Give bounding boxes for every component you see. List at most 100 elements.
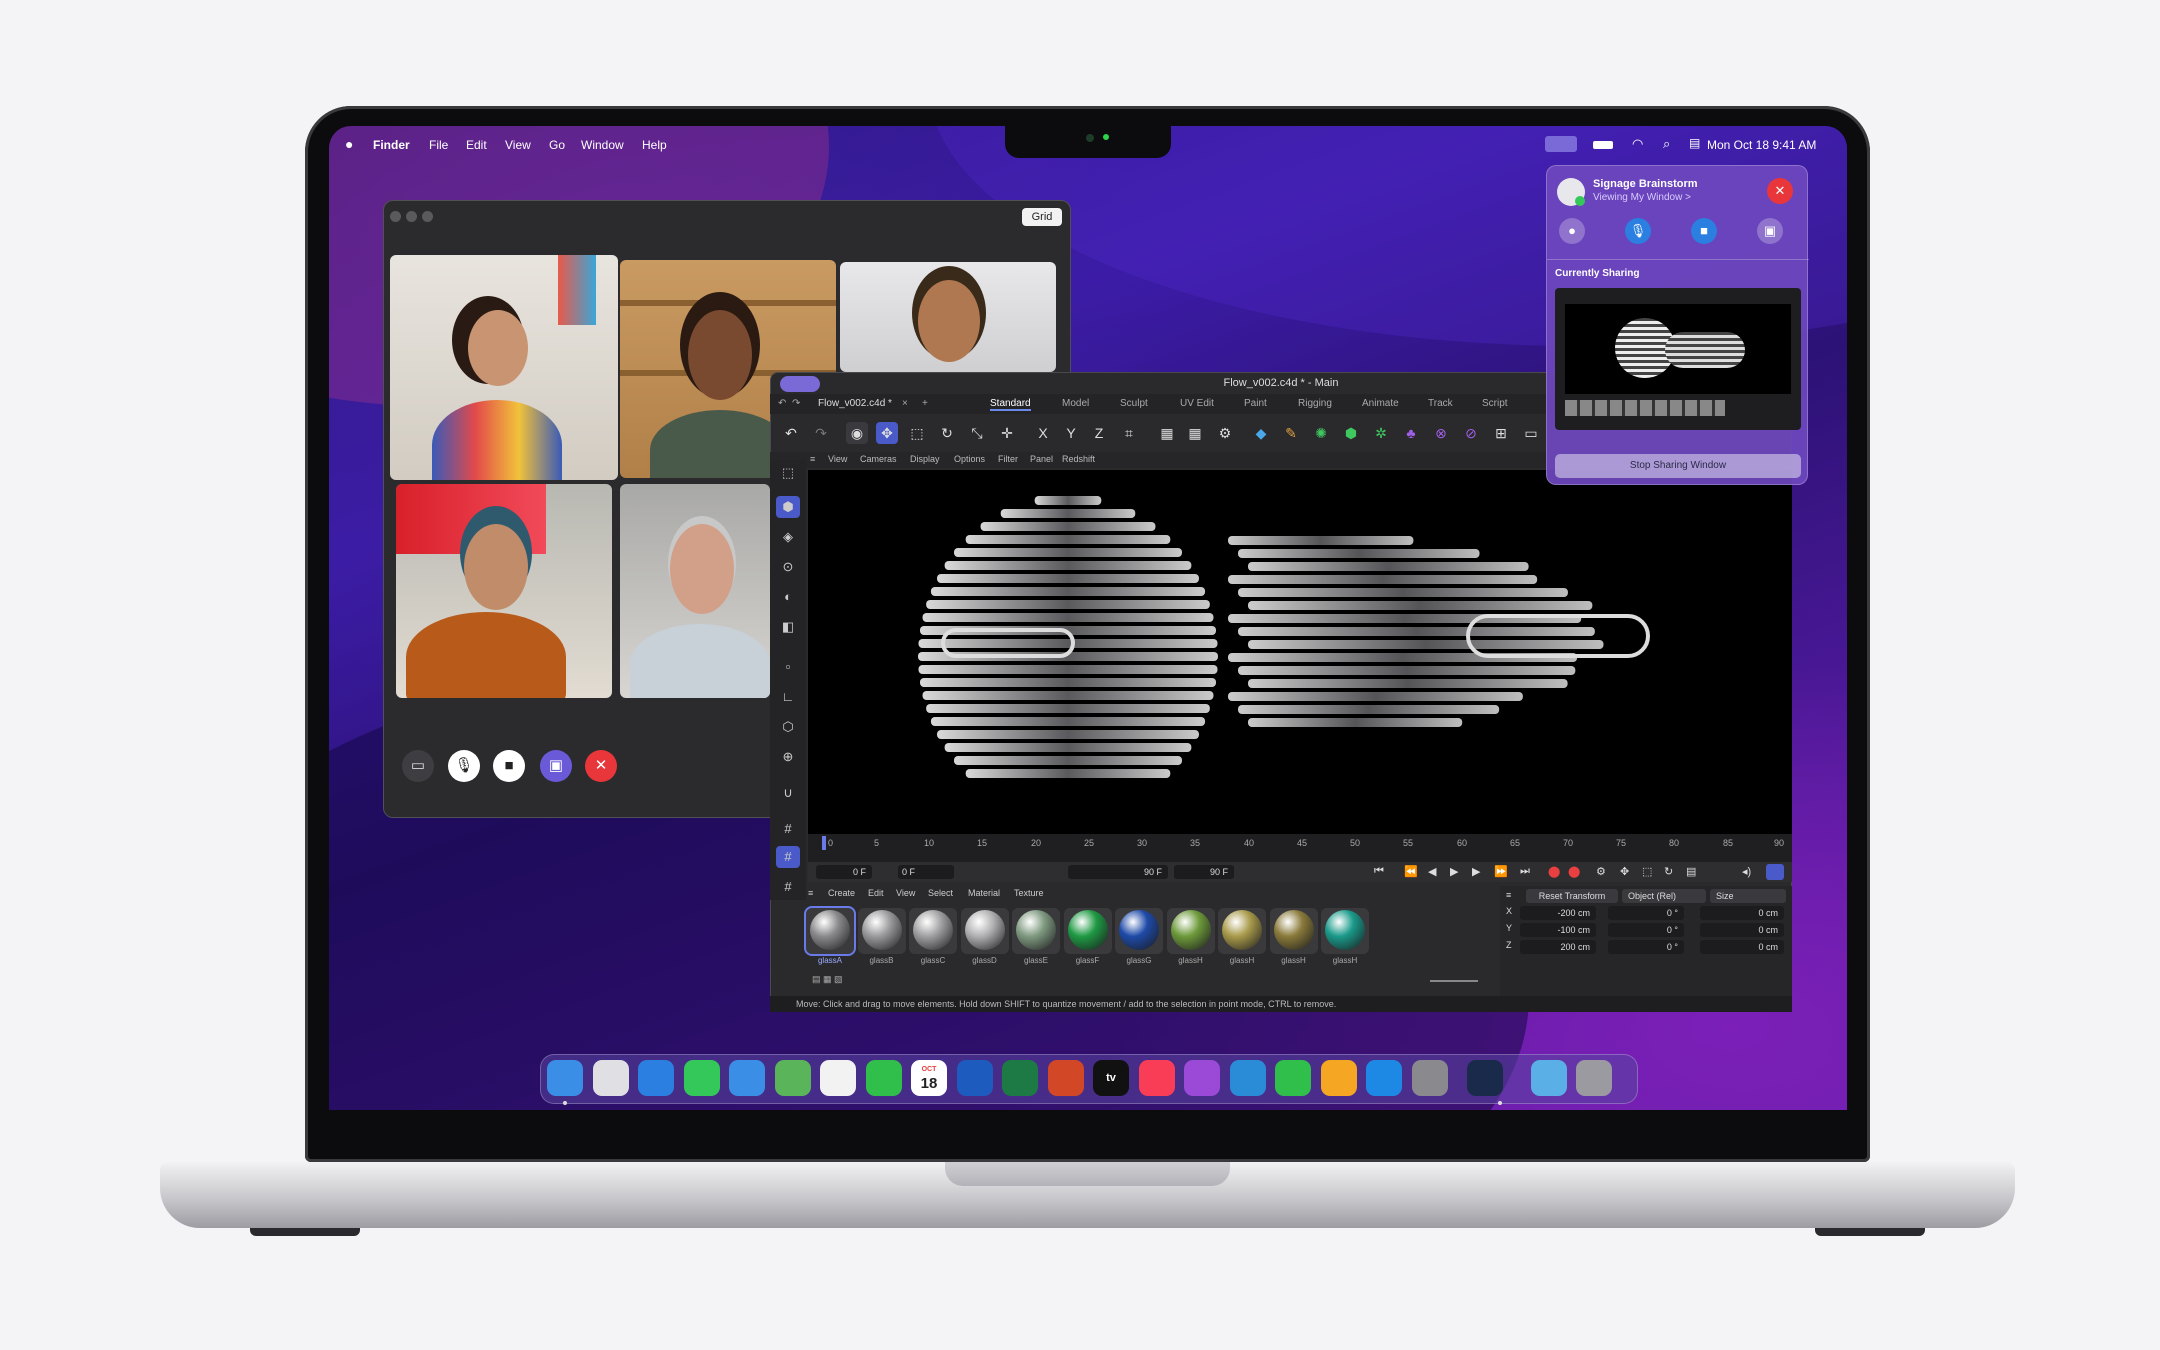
next-frame-icon[interactable]: ▶ xyxy=(1472,865,1480,878)
undo-icon[interactable]: ↶ xyxy=(778,398,786,409)
material-swatch[interactable] xyxy=(960,908,1009,954)
undo-tool-icon[interactable]: ↶ xyxy=(780,422,802,444)
menu-window[interactable]: Window xyxy=(581,138,624,152)
coord-size-field[interactable]: 0 cm xyxy=(1700,940,1784,954)
pen-spline-icon[interactable]: ✎ xyxy=(1280,422,1302,444)
participant-tile[interactable] xyxy=(396,484,612,698)
grid-snap-icon[interactable]: # xyxy=(776,818,800,840)
next-key-icon[interactable]: ⏩ xyxy=(1494,865,1508,878)
session-subtitle[interactable]: Viewing My Window > xyxy=(1593,192,1691,203)
layout-model[interactable]: Model xyxy=(1062,398,1089,409)
microphone-button[interactable]: 🎙 xyxy=(448,750,480,782)
pages-icon[interactable] xyxy=(1320,1060,1357,1096)
close-tab-icon[interactable]: × xyxy=(902,398,908,409)
menu-datetime[interactable]: Mon Oct 18 9:41 AM xyxy=(1707,138,1816,152)
layout-script[interactable]: Script xyxy=(1482,398,1508,409)
keyframe-settings-icon[interactable]: ⚙ xyxy=(1596,865,1606,878)
sound-icon[interactable]: ◂) xyxy=(1742,865,1751,878)
menu-go[interactable]: Go xyxy=(549,138,565,152)
preview-end-field[interactable]: 90 F xyxy=(1068,865,1168,879)
downloads-folder-icon[interactable] xyxy=(1530,1060,1567,1096)
solo-icon[interactable]: ⬡ xyxy=(776,716,800,738)
zoom-window-button[interactable] xyxy=(422,211,433,222)
autokey-icon[interactable]: ⬤ xyxy=(1568,865,1580,878)
launchpad-icon[interactable] xyxy=(592,1060,629,1096)
viewport-menu-view[interactable]: View xyxy=(828,454,847,464)
shareplay-message-button[interactable]: ● xyxy=(1559,218,1585,244)
viewport-menu-redshift[interactable]: Redshift xyxy=(1062,454,1095,464)
material-menu-view[interactable]: View xyxy=(896,888,915,898)
mode-uv-icon[interactable]: ▫ xyxy=(776,656,800,678)
layout-uv-edit[interactable]: UV Edit xyxy=(1180,398,1214,409)
material-swatch[interactable] xyxy=(1218,908,1266,954)
current-frame-field[interactable]: 0 F xyxy=(816,865,872,879)
material-swatch[interactable] xyxy=(909,908,957,954)
material-swatch[interactable] xyxy=(1269,908,1318,954)
coord-size-field[interactable]: 0 cm xyxy=(1700,906,1784,920)
cloner-icon[interactable]: ✲ xyxy=(1370,422,1392,444)
quantize-icon[interactable]: # xyxy=(776,846,800,868)
material-swatch[interactable] xyxy=(1166,908,1215,954)
appstore-icon[interactable] xyxy=(1366,1060,1402,1096)
shareplay-screen-button[interactable]: ▣ xyxy=(1757,218,1783,244)
material-swatch[interactable] xyxy=(1063,908,1112,954)
redo-icon[interactable]: ↷ xyxy=(792,398,800,409)
shareplay-mic-button[interactable]: 🎙 xyxy=(1625,218,1651,244)
menu-file[interactable]: File xyxy=(429,138,448,152)
participant-tile[interactable] xyxy=(840,262,1056,372)
workplane-icon[interactable]: ∟ xyxy=(776,686,800,708)
transform-tool-icon[interactable]: ⤡ xyxy=(966,422,988,444)
finder-icon[interactable] xyxy=(547,1060,583,1096)
material-menu-material[interactable]: Material xyxy=(968,888,1000,898)
shareplay-status-icon[interactable] xyxy=(1545,136,1577,152)
mode-polygons-icon[interactable]: ◧ xyxy=(776,616,800,638)
maps-icon[interactable] xyxy=(774,1060,811,1096)
material-menu-select[interactable]: Select xyxy=(928,888,953,898)
word-icon[interactable] xyxy=(956,1060,993,1096)
scale-tool-icon[interactable]: ⬚ xyxy=(906,422,928,444)
wifi-icon[interactable]: ◠ xyxy=(1632,136,1643,152)
menu-view[interactable]: View xyxy=(505,138,531,152)
mail-icon[interactable] xyxy=(729,1060,765,1096)
layout-sculpt[interactable]: Sculpt xyxy=(1120,398,1148,409)
cinema4d-icon[interactable] xyxy=(1467,1060,1503,1096)
shareplay-button[interactable]: ▣ xyxy=(540,750,572,782)
layout-standard[interactable]: Standard xyxy=(990,398,1031,411)
file-tab[interactable]: Flow_v002.c4d * xyxy=(818,398,892,409)
deformer-icon[interactable]: ♣ xyxy=(1400,422,1422,444)
messages-icon[interactable] xyxy=(683,1060,720,1096)
viewport-menu-options[interactable]: Options xyxy=(954,454,985,464)
previous-frame-icon[interactable]: ◀ xyxy=(1428,865,1436,878)
menu-app-name[interactable]: Finder xyxy=(373,138,410,152)
menu-edit[interactable]: Edit xyxy=(466,138,487,152)
participant-tile[interactable] xyxy=(620,484,770,698)
key-pla-icon[interactable]: ▤ xyxy=(1686,865,1696,878)
reset-transform-button[interactable]: Reset Transform xyxy=(1526,889,1618,903)
go-to-end-icon[interactable]: ⏭ xyxy=(1520,865,1530,878)
key-scale-icon[interactable]: ⬚ xyxy=(1642,865,1652,878)
end-call-button[interactable]: ✕ xyxy=(585,750,617,782)
participant-tile[interactable] xyxy=(390,255,618,480)
layout-animate[interactable]: Animate xyxy=(1362,398,1399,409)
layout-paint[interactable]: Paint xyxy=(1244,398,1267,409)
render-picture-icon[interactable]: ▦ xyxy=(1184,422,1206,444)
generator-icon[interactable]: ⬢ xyxy=(1340,422,1362,444)
spotlight-search-icon[interactable]: ⌕ xyxy=(1663,136,1670,152)
redo-tool-icon[interactable]: ↷ xyxy=(810,422,832,444)
playhead[interactable] xyxy=(822,836,826,850)
control-center-icon[interactable]: ▤ xyxy=(1689,136,1700,150)
shareplay-video-button[interactable]: ■ xyxy=(1691,218,1717,244)
material-menu-create[interactable]: Create xyxy=(828,888,855,898)
material-swatch[interactable] xyxy=(1321,908,1369,954)
previous-key-icon[interactable]: ⏪ xyxy=(1404,865,1418,878)
mode-model-icon[interactable]: ⬚ xyxy=(776,462,800,484)
mode-texture-icon[interactable]: ◈ xyxy=(776,526,800,548)
key-position-icon[interactable]: ✥ xyxy=(1620,865,1629,878)
material-menu-texture[interactable]: Texture xyxy=(1014,888,1044,898)
subdivision-icon[interactable]: ✺ xyxy=(1310,422,1332,444)
field-icon[interactable]: ⊗ xyxy=(1430,422,1452,444)
appletv-icon[interactable]: tv xyxy=(1093,1060,1129,1096)
tag-icon[interactable]: ⊘ xyxy=(1460,422,1482,444)
size-dropdown[interactable]: Size xyxy=(1710,889,1786,903)
camera-button[interactable]: ■ xyxy=(493,750,525,782)
